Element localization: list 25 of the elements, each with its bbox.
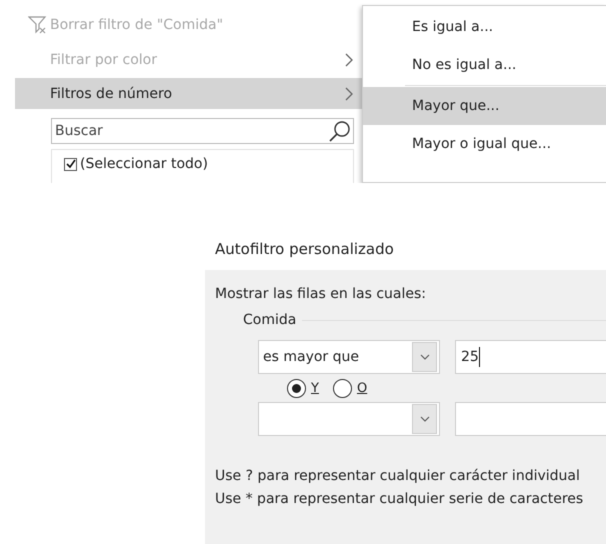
search-icon: [329, 120, 351, 142]
search-field[interactable]: Buscar: [51, 118, 354, 144]
submenu-item[interactable]: No es igual a...: [363, 46, 606, 84]
hint-text: Use * para representar cualquier serie de caracteres: [215, 491, 584, 507]
chevron-right-icon: [345, 86, 354, 100]
menu-item[interactable]: Filtros de número: [15, 78, 362, 109]
radio-option[interactable]: O: [332, 379, 368, 398]
chevron-right-icon: [345, 53, 354, 67]
chevron-down-icon: [420, 416, 430, 422]
hint-text: Use ? para representar cualquier carácter individual: [215, 468, 581, 484]
clear-filter-icon: [28, 15, 48, 35]
group-label: Comida: [243, 312, 296, 328]
checkbox[interactable]: [64, 158, 77, 170]
prompt-text: Mostrar las filas en las cuales:: [215, 286, 428, 302]
dialog-title: Autofiltro personalizado: [214, 239, 395, 260]
submenu-item[interactable]: Mayor o igual que...: [363, 125, 606, 163]
operator-dropdown[interactable]: es mayor que: [258, 340, 440, 374]
submenu-item[interactable]: Es igual a...: [363, 8, 606, 46]
value-field[interactable]: 25: [455, 340, 606, 374]
radio-option[interactable]: Y: [287, 379, 319, 398]
value-field[interactable]: [455, 402, 606, 436]
chevron-down-icon: [420, 354, 430, 360]
submenu-item[interactable]: Mayor que...: [363, 87, 606, 125]
radio-button[interactable]: [287, 379, 306, 398]
radio-button[interactable]: [332, 379, 352, 398]
